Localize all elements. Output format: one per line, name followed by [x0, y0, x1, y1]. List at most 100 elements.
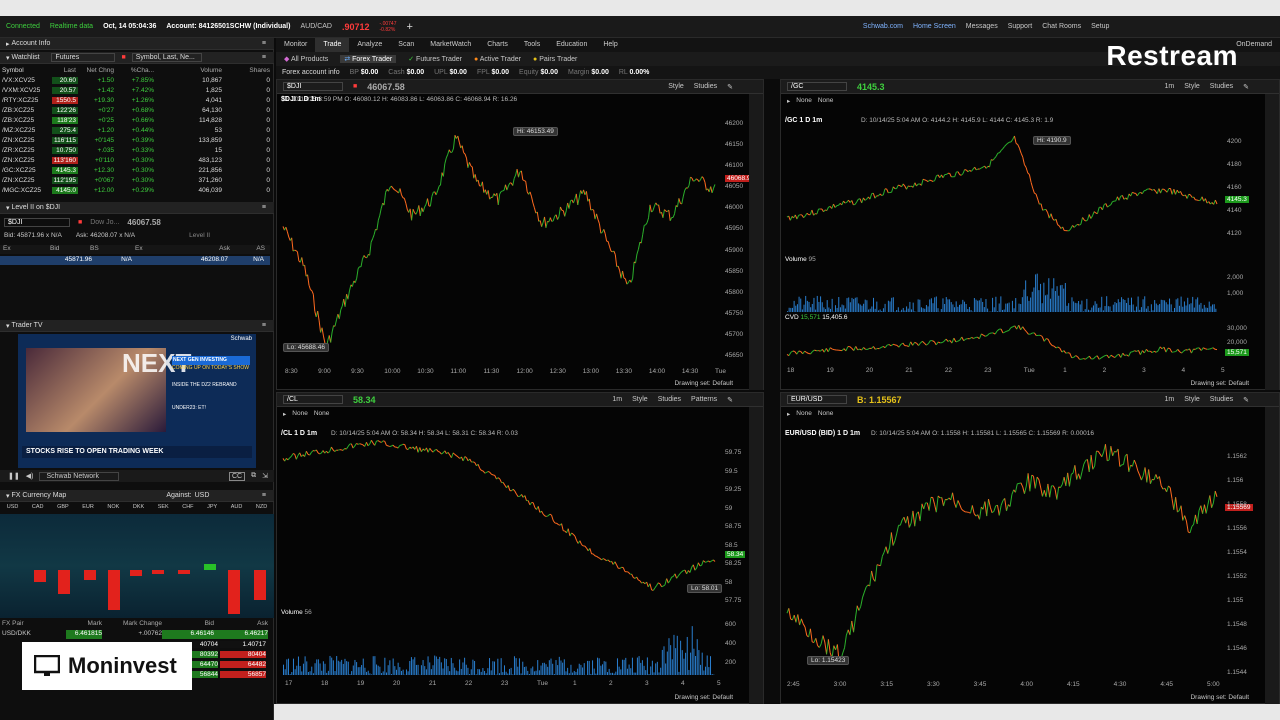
level2-symbol-input[interactable]: $DJI — [4, 217, 70, 227]
fx-code[interactable]: CAD — [32, 504, 44, 514]
watchlist-row[interactable]: /VXM:XCV25 20.57 +1.42 +7.42% 1,825 0 — [0, 86, 270, 95]
order-none-1[interactable]: None — [796, 97, 812, 105]
cc-button[interactable]: CC — [229, 471, 246, 481]
col-last[interactable]: Last — [52, 67, 78, 74]
flag-icon[interactable]: ■ — [121, 54, 125, 61]
menu-marketwatch[interactable]: MarketWatch — [422, 38, 479, 52]
timeframe-select[interactable]: 1m — [612, 396, 622, 403]
col-volume[interactable]: Volume — [154, 67, 222, 74]
menu-trade[interactable]: Trade — [315, 38, 350, 52]
chart-gc-symbol[interactable]: /GC — [787, 82, 847, 91]
watchlist-row[interactable]: /ZN:XCZ25 113'160 +0'110 +0.30% 483,123 0 — [0, 156, 270, 165]
fx-bar[interactable] — [152, 570, 164, 574]
chart-cl-drawing-set[interactable]: Drawing set: Default — [674, 694, 733, 701]
tab-active-trader[interactable]: ● Active Trader — [474, 56, 521, 63]
flag-icon[interactable]: ■ — [353, 83, 357, 90]
chart-gc-sidebar[interactable] — [1265, 94, 1279, 390]
menu-monitor[interactable]: Monitor — [276, 38, 315, 52]
account-selector[interactable]: Account: 84126501SCHW (Individual) — [166, 23, 290, 30]
fx-code[interactable]: NOK — [107, 504, 119, 514]
trader-tv-menu-icon[interactable]: ≡ — [262, 322, 266, 329]
chart-cl-symbol[interactable]: /CL — [283, 395, 343, 404]
level2-row[interactable]: 45871.96 N/A 46208.07 N/A — [0, 256, 270, 265]
menu-tools[interactable]: Tools — [516, 38, 548, 52]
chart-eurusd[interactable]: EUR/USD B: 1.15567 1m Style Studies ✎ ▸ … — [780, 392, 1280, 704]
fx-row[interactable]: USD/DKK 6.461815 +.00762 6.46146 6.46217 — [0, 630, 270, 639]
chart-gc-drawing-set[interactable]: Drawing set: Default — [1190, 380, 1249, 387]
fx-code[interactable]: GBP — [57, 504, 69, 514]
fx-bar[interactable] — [254, 570, 266, 600]
chat-rooms-link[interactable]: Chat Rooms — [1042, 23, 1081, 30]
chart-cl[interactable]: /CL 58.34 1m Style Studies Patterns ✎ ▸ … — [276, 392, 764, 704]
col-shares[interactable]: Shares — [222, 67, 270, 74]
fx-code[interactable]: EUR — [82, 504, 94, 514]
watchlist-row[interactable]: /ZB:XCZ25 118'23 +0'25 +0.66% 114,828 0 — [0, 116, 270, 125]
menu-help[interactable]: Help — [595, 38, 625, 52]
fx-code[interactable]: AUD — [231, 504, 243, 514]
watchlist-row[interactable]: /ZN:XCZ25 112'195 +0'067 +0.30% 371,260 0 — [0, 176, 270, 185]
timeframe-select[interactable]: 1m — [1164, 396, 1174, 403]
flag-icon[interactable]: ■ — [78, 219, 82, 226]
chart-gc[interactable]: /GC 4145.3 1m Style Studies ✎ ▸ None Non… — [780, 79, 1280, 390]
studies-button[interactable]: Studies — [694, 83, 717, 90]
menu-icon[interactable]: ≡ — [262, 40, 266, 47]
studies-button[interactable]: Studies — [658, 396, 681, 403]
chart-dji[interactable]: $DJI ■ 46067.58 Style Studies ✎ D: 10/13… — [276, 79, 764, 390]
watchlist-row[interactable]: /MGC:XCZ25 4145.0 +12.00 +0.29% 406,039 0 — [0, 186, 270, 195]
chart-dji-drawing-set[interactable]: Drawing set: Default — [674, 380, 733, 387]
order-none-2[interactable]: None — [818, 97, 834, 105]
watchlist-menu-icon[interactable]: ≡ — [262, 54, 266, 61]
patterns-button[interactable]: Patterns — [691, 396, 717, 403]
fx-bar[interactable] — [34, 570, 46, 582]
menu-analyze[interactable]: Analyze — [349, 38, 390, 52]
order-none-2[interactable]: None — [314, 410, 330, 418]
drawing-icon[interactable]: ✎ — [1243, 83, 1249, 91]
style-button[interactable]: Style — [1184, 83, 1200, 90]
buy-icon[interactable]: ▸ — [787, 410, 790, 418]
col-net[interactable]: Net Chng — [78, 67, 114, 74]
buy-icon[interactable]: ▸ — [283, 410, 286, 418]
watchlist-row[interactable]: /RTY:XCZ25 1550.5 +19.30 +1.26% 4,041 0 — [0, 96, 270, 105]
chart-eur-symbol[interactable]: EUR/USD — [787, 395, 847, 404]
menu-charts[interactable]: Charts — [479, 38, 516, 52]
order-none-1[interactable]: None — [796, 410, 812, 418]
menu-scan[interactable]: Scan — [390, 38, 422, 52]
fx-bar[interactable] — [130, 570, 142, 576]
studies-button[interactable]: Studies — [1210, 396, 1233, 403]
fx-code[interactable]: JPY — [207, 504, 217, 514]
tab-pairs-trader[interactable]: ● Pairs Trader — [533, 56, 577, 63]
setup-link[interactable]: Setup — [1091, 23, 1109, 30]
chart-eur-sidebar[interactable] — [1265, 407, 1279, 704]
level2-menu-icon[interactable]: ≡ — [262, 204, 266, 211]
drawing-icon[interactable]: ✎ — [727, 83, 733, 91]
fx-bar[interactable] — [178, 570, 190, 574]
watchlist-row[interactable]: /MZ:XCZ25 275.4 +1.20 +0.44% 53 0 — [0, 126, 270, 135]
tab-forex-trader[interactable]: ⇄ Forex Trader — [340, 55, 397, 63]
drawing-icon[interactable]: ✎ — [1243, 396, 1249, 404]
tab-futures-trader[interactable]: ✓ Futures Trader — [408, 55, 462, 63]
col-symbol[interactable]: Symbol — [0, 67, 52, 74]
watchlist-row[interactable]: /ZN:XCZ25 116'115 +0'145 +0.39% 133,859 0 — [0, 136, 270, 145]
popout-icon[interactable]: ⇲ — [262, 472, 268, 480]
fx-bar[interactable] — [84, 570, 96, 580]
drawing-icon[interactable]: ✎ — [727, 396, 733, 404]
fx-code[interactable]: USD — [7, 504, 19, 514]
chart-dji-symbol[interactable]: $DJI — [283, 82, 343, 91]
watchlist-row[interactable]: /ZR:XCZ25 10.750 +.035 +0.33% 15 0 — [0, 146, 270, 155]
fx-menu-icon[interactable]: ≡ — [262, 492, 266, 499]
chart-eur-drawing-set[interactable]: Drawing set: Default — [1190, 694, 1249, 701]
fx-bar[interactable] — [228, 570, 240, 614]
account-info-header[interactable]: ▸ Account Info ≡ — [0, 38, 274, 50]
chart-dji-sidebar[interactable] — [749, 94, 763, 390]
fx-bar[interactable] — [204, 564, 216, 570]
pause-icon[interactable]: ❚❚ — [8, 472, 20, 480]
tab-all-products[interactable]: ◆ All Products — [284, 55, 328, 63]
style-button[interactable]: Style — [668, 83, 684, 90]
support-link[interactable]: Support — [1008, 23, 1033, 30]
order-none-1[interactable]: None — [292, 410, 308, 418]
fx-bar[interactable] — [108, 570, 120, 610]
fx-code[interactable]: NZD — [256, 504, 267, 514]
fullscreen-icon[interactable]: ⧉ — [251, 472, 256, 480]
style-button[interactable]: Style — [632, 396, 648, 403]
chart-cl-sidebar[interactable] — [749, 407, 763, 704]
